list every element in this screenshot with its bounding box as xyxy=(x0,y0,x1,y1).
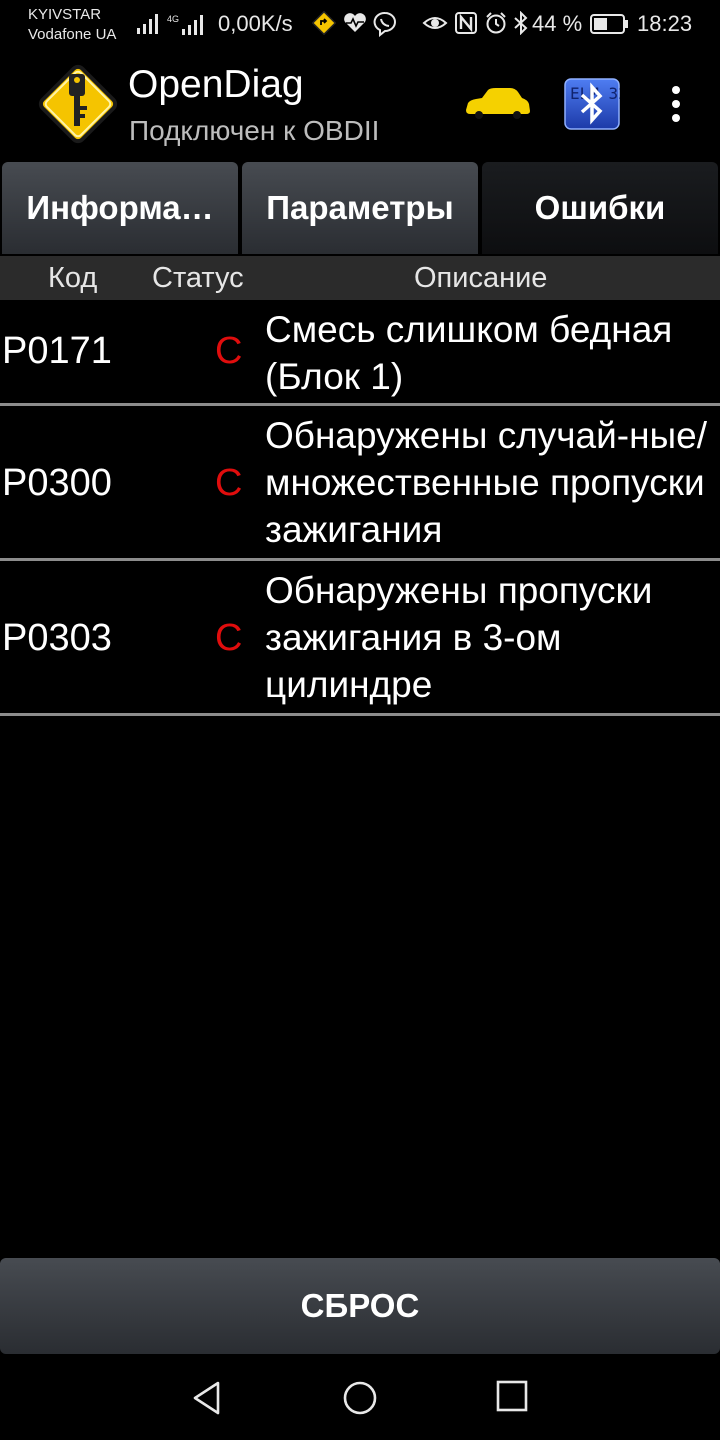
error-code: P0303 xyxy=(2,617,112,659)
header-code: Код xyxy=(48,262,98,294)
car-icon[interactable] xyxy=(462,86,532,122)
tab-info-label: Информа… xyxy=(26,189,214,226)
battery-icon xyxy=(590,14,628,34)
error-code: P0171 xyxy=(2,330,112,372)
tab-errors[interactable]: Ошибки xyxy=(482,162,718,254)
error-status: C xyxy=(215,330,243,372)
recents-icon[interactable] xyxy=(496,1380,528,1412)
error-status: C xyxy=(215,617,243,659)
route-icon xyxy=(312,11,336,35)
connection-status: Подключен к OBDII xyxy=(129,115,380,146)
home-icon[interactable] xyxy=(342,1380,378,1416)
reset-button[interactable]: СБРОС xyxy=(0,1258,720,1354)
app-logo-key-icon xyxy=(38,64,118,144)
signal-4g-icon: 4G xyxy=(167,14,203,35)
viber-icon xyxy=(373,11,396,37)
table-row[interactable]: P0300 C Обнаружены случай-ные/множествен… xyxy=(0,406,720,561)
bluetooth-elm327-icon[interactable]: ELM 327 xyxy=(564,78,620,130)
eye-icon xyxy=(422,17,448,29)
network-type-label: 4G xyxy=(167,14,179,24)
battery-percent: 44 % xyxy=(532,11,583,36)
reset-button-label: СБРОС xyxy=(300,1287,420,1324)
tab-info[interactable]: Информа… xyxy=(2,162,238,254)
tab-parameters-label: Параметры xyxy=(266,189,454,226)
error-status: C xyxy=(215,462,243,504)
nfc-icon xyxy=(455,12,477,34)
table-row[interactable]: P0171 C Смесь слишком бедная (Блок 1) xyxy=(0,300,720,406)
carrier-2: Vodafone UA xyxy=(28,26,117,43)
header-status: Статус xyxy=(152,262,244,294)
tab-errors-label: Ошибки xyxy=(534,189,666,226)
back-icon[interactable] xyxy=(190,1380,224,1416)
heart-rate-icon xyxy=(344,13,366,32)
app-bar: OpenDiag Подключен к OBDII ELM 327 xyxy=(0,48,720,160)
signal-icon xyxy=(137,14,158,34)
clock: 18:23 xyxy=(637,11,693,36)
tab-parameters[interactable]: Параметры xyxy=(242,162,478,254)
app-title: OpenDiag xyxy=(128,63,304,106)
carrier-info: KYIVSTAR Vodafone UA xyxy=(28,5,116,45)
status-bar: KYIVSTAR Vodafone UA 4G 0,00K/s 44 % 18:… xyxy=(0,0,720,48)
overflow-menu-icon[interactable] xyxy=(664,84,688,124)
navigation-bar xyxy=(0,1356,720,1440)
table-row[interactable]: P0303 C Обнаружены пропуски зажигания в … xyxy=(0,561,720,716)
bluetooth-icon xyxy=(514,11,528,35)
header-description: Описание xyxy=(414,262,548,294)
error-code: P0300 xyxy=(2,462,112,504)
error-description: Обнаружены пропуски зажигания в 3-ом цил… xyxy=(265,570,653,705)
error-description: Обнаружены случай-ные/множественные проп… xyxy=(265,415,708,550)
carrier-1: KYIVSTAR xyxy=(28,6,102,23)
tab-bar: Информа… Параметры Ошибки xyxy=(0,160,720,256)
error-table-header: Код Статус Описание xyxy=(0,256,720,300)
alarm-icon xyxy=(486,12,506,34)
net-speed: 0,00K/s xyxy=(218,11,293,36)
error-description: Смесь слишком бедная (Блок 1) xyxy=(265,309,673,397)
